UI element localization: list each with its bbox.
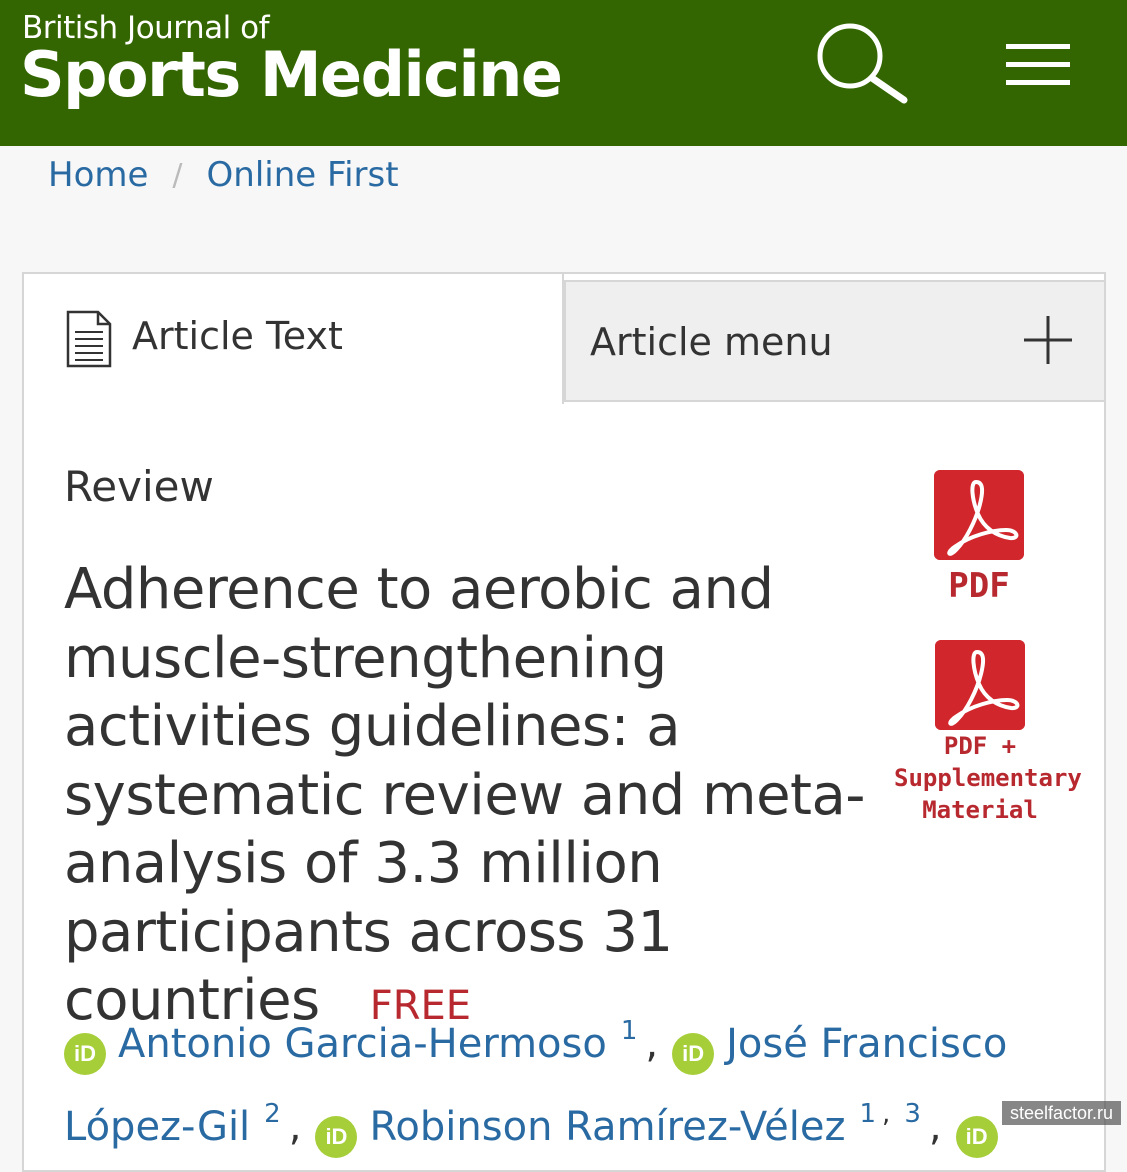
orcid-icon[interactable]: iD [315, 1116, 358, 1158]
watermark: steelfactor.ru [1001, 1101, 1121, 1125]
author-link[interactable]: López-Gil [64, 1104, 250, 1150]
article-type-label: Review [64, 462, 214, 511]
orcid-icon[interactable]: iD [64, 1033, 106, 1075]
author-link[interactable]: José Francisco [726, 1021, 1007, 1067]
author-separator: , [288, 1104, 302, 1150]
breadcrumb-online-first-link[interactable]: Online First [207, 155, 399, 195]
journal-name-large[interactable]: Sports Medicine [20, 38, 563, 111]
tab-article-text-label: Article Text [132, 314, 343, 358]
orcid-icon[interactable]: iD [672, 1033, 715, 1075]
search-button[interactable] [812, 22, 912, 106]
pdf-supplementary-label: PDF + Supplementary Material [894, 730, 1082, 826]
pdf-supplementary-label-line1: PDF + [943, 732, 1017, 760]
hamburger-menu-icon [1006, 44, 1070, 85]
breadcrumb-home-link[interactable]: Home [48, 155, 148, 195]
author-link[interactable]: Robinson Ramírez-Vélez [369, 1104, 845, 1150]
author-link[interactable]: Antonio Garcia-Hermoso [118, 1021, 607, 1067]
affiliation-ref[interactable]: 2 [264, 1099, 281, 1129]
breadcrumb: Home / Online First [48, 152, 399, 198]
search-icon [817, 23, 908, 104]
adobe-pdf-icon [935, 640, 1025, 730]
plus-icon [1024, 316, 1072, 364]
affiliation-ref[interactable]: 3 [904, 1099, 921, 1129]
site-header: British Journal of Sports Medicine [0, 0, 1127, 146]
affiliation-separator: , [882, 1099, 891, 1129]
orcid-icon[interactable]: iD [955, 1116, 998, 1158]
tab-article-text[interactable]: Article Text [22, 272, 564, 404]
pdf-supplementary-download-button[interactable]: PDF + Supplementary Material [894, 640, 1082, 826]
article-title: Adherence to aerobic and muscle-strength… [64, 556, 894, 1041]
pdf-supplementary-label-line3: Material [922, 796, 1038, 824]
adobe-pdf-icon [934, 470, 1024, 560]
pdf-supplementary-label-line2: Supplementary [894, 764, 1082, 792]
author-list: iD Antonio Garcia-Hermoso 1, iD José Francis… [64, 996, 1064, 1162]
menu-button[interactable] [1000, 40, 1076, 90]
author-separator: , [645, 1021, 659, 1067]
document-icon [66, 310, 112, 368]
affiliation-ref[interactable]: 1 [621, 1016, 638, 1046]
pdf-label: PDF [948, 566, 1010, 606]
author-separator: , [928, 1104, 942, 1150]
article-title-text: Adherence to aerobic and muscle-strength… [64, 557, 866, 1033]
breadcrumb-separator: / [172, 157, 183, 193]
pdf-download-button[interactable]: PDF [924, 470, 1034, 606]
affiliation-ref[interactable]: 1 [860, 1099, 877, 1129]
tab-article-menu-label: Article menu [590, 320, 833, 364]
tab-article-menu[interactable]: Article menu [564, 280, 1106, 402]
